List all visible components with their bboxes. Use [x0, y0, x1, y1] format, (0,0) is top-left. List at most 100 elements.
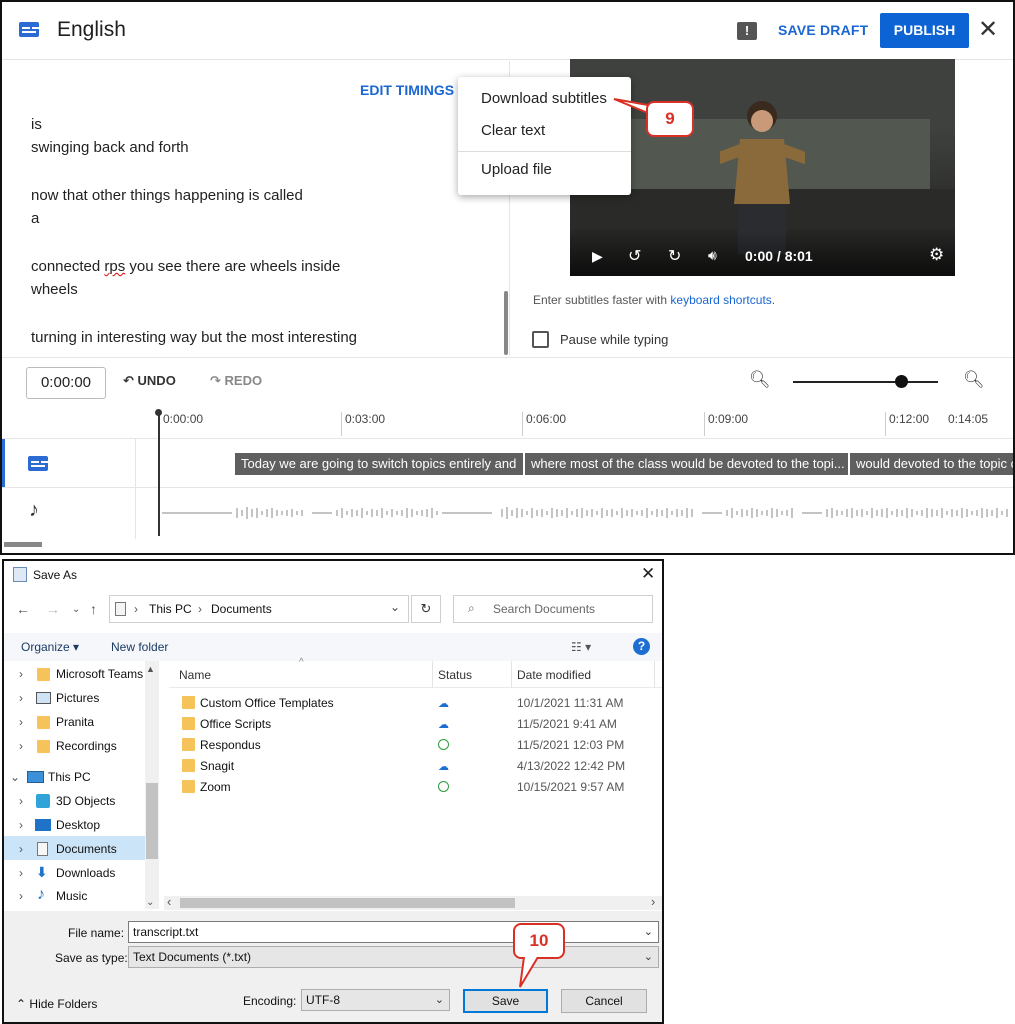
chevron-down-icon[interactable]: ⌄ [644, 922, 653, 942]
file-row[interactable]: Respondus 11/5/2021 12:03 PM [182, 736, 662, 756]
nav-item-music[interactable]: › ♪ Music [19, 886, 87, 903]
cancel-button[interactable]: Cancel [561, 989, 647, 1013]
organize-button[interactable]: Organize ▾ [21, 640, 79, 654]
nav-item-pictures[interactable]: › Pictures [19, 691, 99, 705]
music-note-icon: ♪ [29, 499, 39, 521]
caption-line[interactable]: is [31, 116, 42, 133]
chevron-down-icon[interactable]: ⌄ [644, 947, 653, 967]
close-icon[interactable]: ✕ [641, 564, 655, 584]
playhead-handle[interactable] [155, 409, 162, 416]
edit-timings-button[interactable]: EDIT TIMINGS [360, 82, 454, 98]
volume-icon[interactable]: 🔊︎ [708, 247, 717, 264]
back-arrow-icon[interactable]: ← [16, 601, 30, 617]
scroll-down-icon[interactable]: ⌄ [146, 897, 154, 908]
breadcrumb-documents[interactable]: Documents [211, 602, 272, 616]
expand-chevron-icon[interactable]: › [19, 715, 23, 729]
caption-line[interactable]: wheels [31, 281, 78, 298]
collapse-chevron-icon[interactable]: ⌄ [10, 770, 20, 784]
caption-text-editor[interactable]: EDIT TIMINGS is swinging back and forth … [2, 61, 510, 356]
save-as-type-select[interactable]: Text Documents (*.txt) ⌄ [128, 946, 659, 968]
expand-chevron-icon[interactable]: › [19, 866, 23, 880]
play-icon[interactable]: ▶ [592, 248, 603, 265]
ruler-tick: 0:00:00 [163, 412, 204, 426]
nav-item-documents[interactable]: › Documents [19, 842, 117, 856]
view-options-icon[interactable]: ☷ ▾ [571, 640, 591, 654]
nav-item-microsoft-teams[interactable]: › Microsoft Teams [19, 667, 143, 681]
column-name[interactable]: Name [179, 668, 211, 682]
expand-chevron-icon[interactable]: › [19, 794, 23, 808]
scroll-left-icon[interactable]: ‹ [167, 894, 171, 909]
subtitle-segment[interactable]: Today we are going to switch topics enti… [235, 453, 523, 475]
subtitle-segment[interactable]: where most of the class would be devoted… [525, 453, 848, 475]
forward-arrow-icon[interactable]: → [46, 601, 60, 617]
zoom-slider[interactable] [793, 381, 938, 383]
expand-chevron-icon[interactable]: › [19, 889, 23, 903]
caption-line[interactable]: a [31, 210, 39, 227]
caption-line[interactable]: connected rps you see there are wheels i… [31, 258, 340, 275]
expand-chevron-icon[interactable]: › [19, 739, 23, 753]
save-draft-button[interactable]: SAVE DRAFT [778, 22, 868, 38]
column-date-modified[interactable]: Date modified [517, 668, 591, 682]
menu-item-download-subtitles[interactable]: Download subtitles [481, 90, 607, 107]
file-row[interactable]: Office Scripts ☁ 11/5/2021 9:41 AM [182, 715, 662, 735]
caption-line[interactable]: turning in interesting way but the most … [31, 329, 357, 346]
encoding-select[interactable]: UTF-8 ⌄ [301, 989, 450, 1011]
zoom-in-icon[interactable]: 🔍︎ [963, 370, 985, 390]
forward-icon[interactable]: ↻ [668, 246, 681, 266]
caption-line[interactable]: now that other things happening is calle… [31, 187, 303, 204]
nav-pane-scroll-thumb[interactable] [146, 783, 158, 859]
file-row[interactable]: Zoom 10/15/2021 9:57 AM [182, 778, 662, 798]
timeline-ruler[interactable]: 0:00:00 0:03:00 0:06:00 0:09:00 0:12:00 … [2, 407, 1013, 439]
close-icon[interactable]: ✕ [978, 16, 998, 44]
timeline-scrollbar[interactable] [4, 542, 42, 547]
nav-item-downloads[interactable]: › ⬇ Downloads [19, 864, 115, 880]
lecturer-figure [720, 101, 805, 254]
expand-chevron-icon[interactable]: › [19, 691, 23, 705]
rewind-icon[interactable]: ↺ [628, 246, 641, 266]
expand-chevron-icon[interactable]: › [19, 818, 23, 832]
redo-button[interactable]: ↷ REDO [210, 373, 262, 389]
address-dropdown-icon[interactable]: ⌄ [390, 600, 400, 614]
help-icon[interactable]: ? [633, 638, 650, 655]
menu-item-upload-file[interactable]: Upload file [481, 161, 552, 178]
save-as-dialog: Save As ✕ ← → ⌄ ↑ › This PC › Documents … [2, 559, 664, 1024]
current-time-input[interactable]: 0:00:00 [26, 367, 106, 399]
recent-locations-chevron-icon[interactable]: ⌄ [72, 604, 80, 615]
address-bar[interactable]: › This PC › Documents ⌄ [109, 595, 409, 623]
scroll-up-icon[interactable]: ▲ [146, 664, 155, 674]
subtitle-segment[interactable]: would devoted to the topic o [850, 453, 1013, 475]
nav-item-pranita[interactable]: › Pranita [19, 715, 94, 729]
nav-item-desktop[interactable]: › Desktop [19, 818, 100, 832]
chevron-down-icon[interactable]: ⌄ [435, 990, 444, 1010]
refresh-icon[interactable]: ↻ [411, 595, 441, 623]
menu-item-clear-text[interactable]: Clear text [481, 122, 545, 139]
playhead[interactable] [158, 410, 160, 536]
settings-gear-icon[interactable]: ⚙ [929, 245, 944, 265]
expand-chevron-icon[interactable]: › [19, 667, 23, 681]
save-button[interactable]: Save [463, 989, 548, 1013]
file-list-scroll-thumb[interactable] [180, 898, 515, 908]
pause-while-typing-checkbox[interactable] [532, 331, 549, 348]
scroll-right-icon[interactable]: › [651, 894, 655, 909]
column-status[interactable]: Status [438, 668, 472, 682]
hide-folders-button[interactable]: ⌃ Hide Folders [16, 997, 97, 1011]
file-row[interactable]: Custom Office Templates ☁ 10/1/2021 11:3… [182, 694, 662, 714]
feedback-icon[interactable]: ! [737, 22, 757, 40]
nav-item-3d-objects[interactable]: › 3D Objects [19, 794, 115, 808]
undo-button[interactable]: ↶ UNDO [123, 373, 176, 389]
caption-line[interactable]: swinging back and forth [31, 139, 189, 156]
breadcrumb-this-pc[interactable]: This PC [149, 602, 192, 616]
up-arrow-icon[interactable]: ↑ [90, 601, 97, 617]
file-name-input[interactable]: transcript.txt ⌄ [128, 921, 659, 943]
publish-button[interactable]: PUBLISH [880, 13, 969, 48]
zoom-slider-handle[interactable] [895, 375, 908, 388]
search-input[interactable]: ⌕ Search Documents [453, 595, 653, 623]
file-row[interactable]: Snagit ☁ 4/13/2022 12:42 PM [182, 757, 662, 777]
nav-item-recordings[interactable]: › Recordings [19, 739, 117, 753]
zoom-out-icon[interactable]: 🔍︎ [749, 370, 771, 390]
new-folder-button[interactable]: New folder [111, 640, 168, 654]
nav-item-this-pc[interactable]: ⌄ This PC [10, 770, 91, 784]
keyboard-shortcuts-link[interactable]: keyboard shortcuts [670, 293, 771, 307]
editor-scrollbar[interactable] [504, 291, 508, 355]
expand-chevron-icon[interactable]: › [19, 842, 23, 856]
